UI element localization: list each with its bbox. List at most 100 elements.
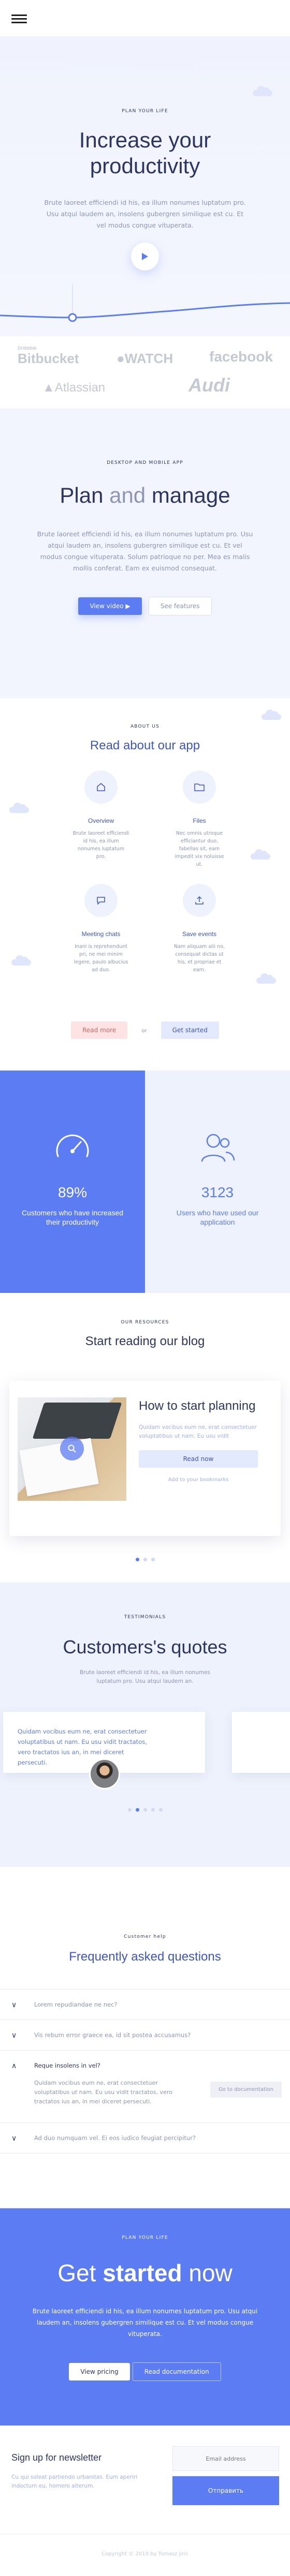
cta-section: PLAN YOUR LIFE Get started now Brute lao… bbox=[0, 2208, 290, 2426]
read-now-button[interactable]: Read now bbox=[139, 1450, 258, 1468]
feature-title: Meeting chats bbox=[81, 930, 121, 938]
about-section: ABOUT US Read about our app Overview Bru… bbox=[0, 698, 290, 1071]
testimonial-carousel-dots bbox=[0, 1808, 290, 1812]
folder-icon bbox=[183, 771, 216, 804]
dribbble-logo: Dribbble bbox=[18, 345, 37, 351]
blog-post-title[interactable]: How to start planning bbox=[139, 1398, 273, 1414]
faq-answer: Quidam vocibus eum ne, erat consectetuer… bbox=[34, 2080, 172, 2105]
view-pricing-button[interactable]: View pricing bbox=[69, 2363, 130, 2381]
carousel-dot[interactable] bbox=[127, 1808, 132, 1812]
facebook-logo: facebook bbox=[209, 349, 273, 365]
testimonials-subtitle: Brute laoreet efficiendi id his, ea illu… bbox=[79, 1669, 211, 1684]
carousel-dot[interactable] bbox=[151, 1558, 155, 1561]
feature-files: Files Nec omnis utroque efficiantur duo,… bbox=[161, 771, 238, 868]
top-header bbox=[0, 0, 290, 36]
feature-meeting-chats: Meeting chats Inani is reprehendunt pri,… bbox=[62, 884, 140, 974]
plan-text: Brute laoreet efficiendi id his, ea illu… bbox=[37, 530, 253, 572]
carousel-dot[interactable] bbox=[143, 1558, 147, 1561]
upload-icon bbox=[183, 884, 216, 917]
carousel-dot[interactable] bbox=[135, 1558, 139, 1561]
chat-icon bbox=[84, 884, 118, 917]
carousel-dot[interactable] bbox=[158, 1808, 163, 1812]
plan-title: Plan and manage bbox=[0, 483, 290, 508]
blog-post-excerpt: Quidam vocibus eum ne, erat consectetuer… bbox=[139, 1424, 257, 1439]
faq-item[interactable]: ∨ Ad duo numquam vel. Ei eos iudico feug… bbox=[0, 2122, 290, 2153]
carousel-dot[interactable] bbox=[143, 1808, 147, 1812]
feature-text: Inani is reprehendunt pri, ne mei minim … bbox=[74, 944, 128, 973]
testimonials-section: TESTIMONIALS Customers's quotes Brute la… bbox=[0, 1583, 290, 1867]
productivity-curve bbox=[0, 284, 290, 322]
view-video-label: View video bbox=[90, 602, 124, 610]
chevron-down-icon: ∨ bbox=[11, 2134, 17, 2143]
testimonials-kicker: TESTIMONIALS bbox=[124, 1615, 166, 1620]
go-to-documentation-button[interactable]: Go to documentation bbox=[210, 2082, 282, 2098]
atlassian-icon: ▲ bbox=[42, 381, 55, 395]
faq-item[interactable]: ∨ Lorem repudiandae ne nec? bbox=[0, 1989, 290, 2020]
copyright-text: Copyright © 2019 by Tomasz Jiric bbox=[102, 2551, 189, 2557]
chevron-down-icon: ∨ bbox=[11, 2001, 17, 2009]
hero-title: Increase your productivity bbox=[0, 127, 290, 179]
read-documentation-button[interactable]: Read documentation bbox=[132, 2362, 221, 2381]
footer: Copyright © 2019 by Tomasz Jiric bbox=[0, 2534, 290, 2576]
hero-kicker: PLAN YOUR LIFE bbox=[122, 109, 168, 114]
read-more-button[interactable]: Read more bbox=[71, 1021, 128, 1039]
stat-label: Users who have used our application bbox=[176, 1209, 259, 1226]
stat-productivity: 89% Customers who have increased their p… bbox=[0, 1071, 145, 1293]
faq-question: Vis rebum error graece ea, id sit postea… bbox=[34, 2031, 191, 2039]
chevron-down-icon: ∨ bbox=[11, 2031, 17, 2040]
users-icon bbox=[201, 1134, 235, 1162]
cta-title-b: started bbox=[103, 2259, 182, 2286]
quote-text: Quidam vocibus eum ne, erat consectetuer… bbox=[18, 1728, 147, 1766]
cta-title: Get started now bbox=[0, 2259, 290, 2287]
stat-users: 3123 Users who have used our application bbox=[145, 1071, 290, 1293]
stat-value: 3123 bbox=[201, 1184, 234, 1200]
hero-section: PLAN YOUR LIFE Increase your productivit… bbox=[0, 36, 290, 336]
plan-title-b: manage bbox=[151, 483, 230, 507]
feature-text: Nec omnis utroque efficiantur duo, fabel… bbox=[175, 831, 224, 867]
cloud-decoration bbox=[253, 86, 272, 96]
atlassian-logo: ▲Atlassian bbox=[42, 381, 105, 395]
avatar bbox=[89, 1758, 120, 1789]
blog-image[interactable] bbox=[18, 1397, 126, 1501]
stat-value: 89% bbox=[57, 1184, 88, 1200]
view-video-button[interactable]: View video ▶ bbox=[78, 597, 142, 615]
play-video-button[interactable] bbox=[131, 242, 159, 270]
play-icon: ▶ bbox=[125, 602, 130, 610]
newsletter-submit-button[interactable]: Отправить bbox=[172, 2476, 279, 2505]
partner-logos: Dribbble Bitbucket ●WATCH facebook ▲Atla… bbox=[0, 336, 290, 409]
play-icon bbox=[142, 252, 148, 260]
carousel-dot[interactable] bbox=[135, 1808, 139, 1812]
cloud-decoration bbox=[251, 849, 270, 860]
search-icon[interactable] bbox=[60, 1437, 84, 1460]
curve-point[interactable] bbox=[68, 313, 77, 322]
feature-title: Overview bbox=[88, 817, 114, 824]
email-input[interactable] bbox=[172, 2446, 279, 2471]
hamburger-menu-icon[interactable] bbox=[11, 14, 27, 24]
faq-item[interactable]: ∨ Vis rebum error graece ea, id sit post… bbox=[0, 2020, 290, 2050]
hero-title-line1: Increase your bbox=[79, 128, 211, 152]
faq-question: Lorem repudiandae ne nec? bbox=[34, 2001, 118, 2008]
chevron-up-icon: ∧ bbox=[11, 2062, 17, 2070]
plan-section: DESKTOP AND MOBILE APP Plan and manage B… bbox=[0, 409, 290, 698]
get-started-button[interactable]: Get started bbox=[161, 1021, 219, 1039]
cta-title-c: now bbox=[182, 2259, 233, 2286]
about-kicker: ABOUT US bbox=[130, 724, 160, 729]
cta-title-a: Get bbox=[57, 2259, 103, 2286]
carousel-dot[interactable] bbox=[151, 1808, 155, 1812]
blog-card: How to start planning Quidam vocibus eum… bbox=[9, 1381, 281, 1536]
add-bookmark-link[interactable]: Add to your bookmarks bbox=[139, 1477, 258, 1483]
apple-watch-logo: ●WATCH bbox=[117, 351, 173, 367]
audi-logo: Audi bbox=[189, 374, 230, 396]
feature-overview: Overview Brute laoreet efficiendi id his… bbox=[62, 771, 140, 868]
quote-card-next bbox=[232, 1712, 290, 1773]
see-features-button[interactable]: See features bbox=[148, 597, 212, 615]
cloud-decoration bbox=[11, 955, 31, 966]
feature-text: Brute laoreet efficiendi id his, ea illu… bbox=[72, 831, 129, 860]
feature-title: Save events bbox=[182, 930, 217, 938]
cloud-decoration bbox=[256, 973, 276, 984]
stat-label: Customers who have increased their produ… bbox=[21, 1209, 124, 1226]
faq-kicker: Customer help bbox=[124, 1934, 166, 1939]
plan-title-and: and bbox=[103, 483, 152, 507]
bitbucket-logo: Bitbucket bbox=[18, 351, 79, 366]
faq-item-open[interactable]: ∧ Reque insolens in vel? Quidam vocibus … bbox=[0, 2050, 290, 2122]
